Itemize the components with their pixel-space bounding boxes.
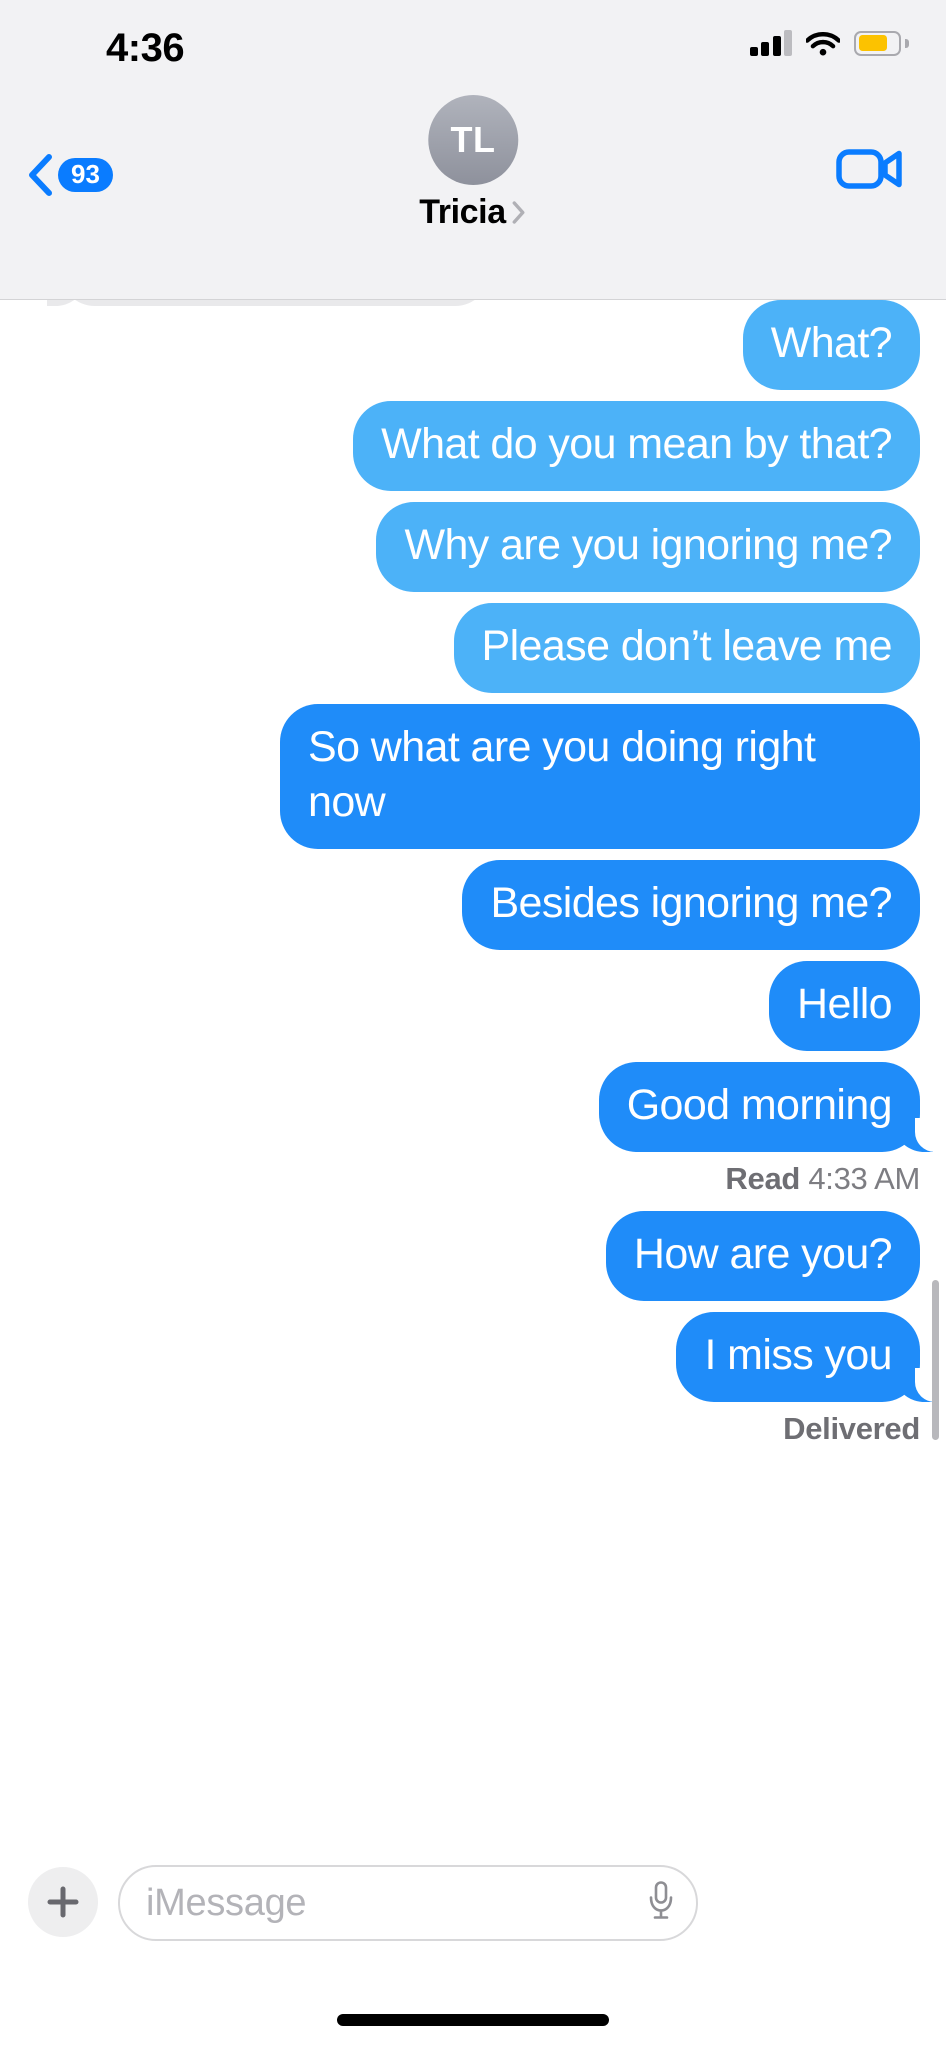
read-receipt-time: 4:33 AM xyxy=(808,1161,920,1197)
message-bubble[interactable]: Why are you ignoring me? xyxy=(376,501,920,592)
message-row: Good morning xyxy=(26,1062,938,1153)
message-row: I miss you xyxy=(26,1311,937,1402)
partial-received-bubble xyxy=(47,300,490,306)
message-list[interactable]: What? What do you mean by that? Why are yo… xyxy=(0,300,946,1845)
status-bar-indicators xyxy=(749,30,909,56)
message-row: So what are you doing right now xyxy=(26,703,920,850)
delivered-receipt: Delivered xyxy=(26,1411,920,1447)
message-bubble[interactable]: Please don’t leave me xyxy=(453,602,920,693)
message-bubble[interactable]: I miss you xyxy=(676,1311,937,1402)
message-bubble[interactable]: Good morning xyxy=(598,1062,938,1153)
message-row: What do you mean by that? xyxy=(26,400,920,491)
message-bubble[interactable]: So what are you doing right now xyxy=(280,703,920,850)
cellular-bars-icon xyxy=(749,30,792,56)
message-input-field[interactable]: iMessage xyxy=(118,1865,698,1941)
message-input-placeholder: iMessage xyxy=(146,1881,307,1924)
messages-group-after-read: How are you? I miss you xyxy=(26,1211,937,1402)
message-bubble[interactable]: Besides ignoring me? xyxy=(462,860,920,951)
read-receipt: Read 4:33 AM xyxy=(26,1161,920,1197)
status-bar-clock: 4:36 xyxy=(106,26,185,70)
message-row: How are you? xyxy=(26,1211,920,1301)
add-attachment-button[interactable] xyxy=(28,1867,98,1937)
chevron-right-icon xyxy=(513,201,525,224)
unread-count-badge: 93 xyxy=(58,158,113,192)
back-button[interactable]: 93 xyxy=(28,154,113,196)
messages-group-before-read: What? What do you mean by that? Why are yo… xyxy=(26,300,938,1153)
message-row: Why are you ignoring me? xyxy=(26,501,920,592)
home-indicator xyxy=(337,2014,609,2026)
message-row: Hello xyxy=(26,961,920,1052)
plus-icon xyxy=(47,1886,79,1918)
microphone-icon[interactable] xyxy=(648,1880,674,1927)
wifi-icon xyxy=(805,30,841,56)
battery-low-power-icon xyxy=(854,30,909,56)
contact-header[interactable]: TL Tricia xyxy=(419,95,526,232)
message-row: Besides ignoring me? xyxy=(26,860,920,951)
read-receipt-label: Read xyxy=(725,1161,801,1197)
imessage-conversation-screen: 4:36 93 TL Tricia What? What do you mean… xyxy=(0,0,946,2048)
contact-name: Tricia xyxy=(419,193,506,231)
delivered-receipt-label: Delivered xyxy=(783,1410,920,1446)
vertical-scrollbar[interactable] xyxy=(932,1280,939,1440)
status-bar: 4:36 xyxy=(0,0,946,92)
message-input-bar: iMessage xyxy=(0,1845,946,2048)
message-bubble[interactable]: How are you? xyxy=(605,1211,920,1301)
message-bubble[interactable]: What? xyxy=(742,300,920,390)
navigation-bar: 93 TL Tricia xyxy=(0,92,946,300)
message-bubble[interactable]: What do you mean by that? xyxy=(353,400,920,491)
message-bubble[interactable]: Hello xyxy=(769,961,920,1052)
facetime-video-button[interactable] xyxy=(836,147,904,196)
contact-name-row[interactable]: Tricia xyxy=(419,193,526,232)
video-camera-icon xyxy=(836,149,902,189)
avatar: TL xyxy=(428,95,518,185)
message-row: Please don’t leave me xyxy=(26,602,920,693)
chevron-left-icon xyxy=(29,154,52,196)
message-row: What? xyxy=(26,300,920,390)
